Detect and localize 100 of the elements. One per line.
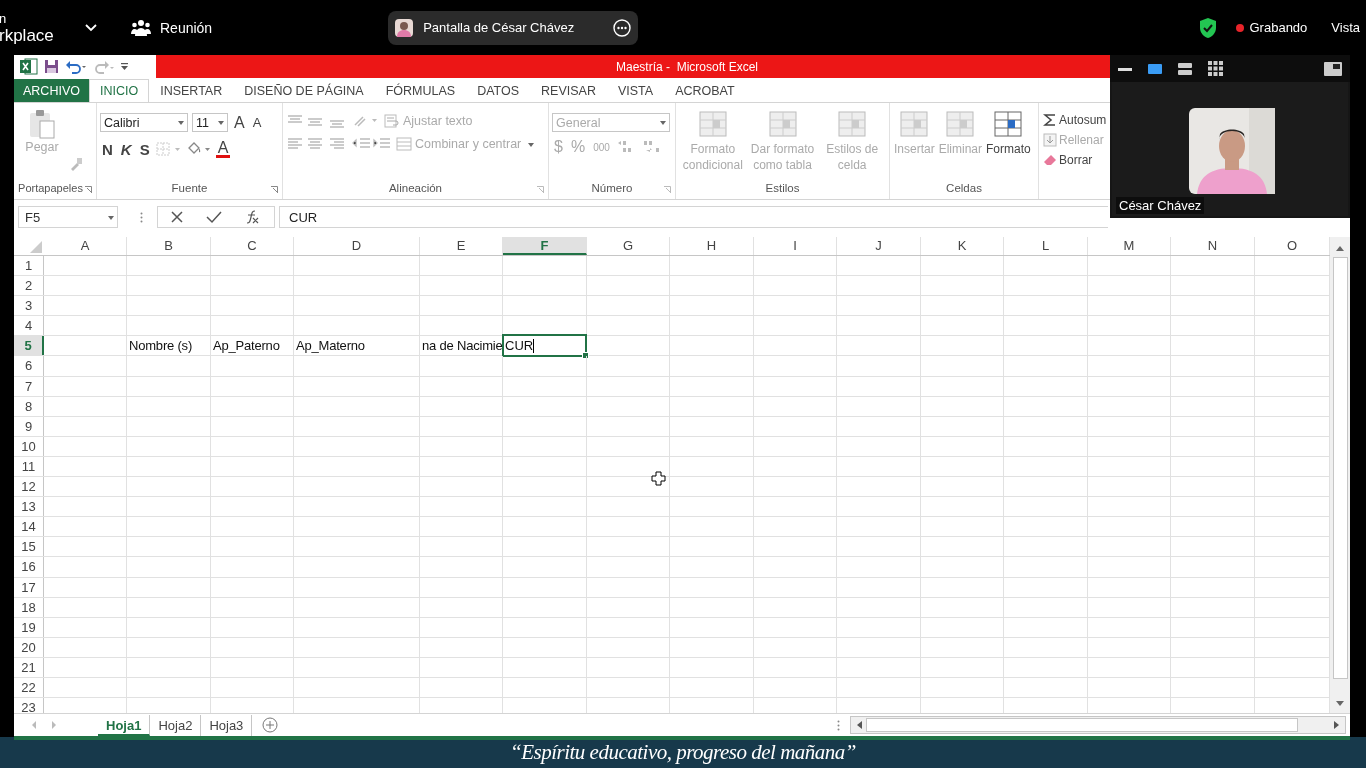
bold-button[interactable]: N	[100, 140, 115, 158]
ribbon-tab[interactable]: INSERTAR	[149, 79, 234, 102]
cursor-icon	[651, 471, 666, 486]
row-header[interactable]: 2	[14, 276, 44, 296]
dialog-launcher-icon[interactable]	[537, 186, 544, 193]
dialog-launcher-icon[interactable]	[664, 186, 671, 193]
share-label: Pantalla de César Chávez	[423, 20, 576, 35]
file-tab[interactable]: ARCHIVO	[14, 79, 89, 102]
screen-share-pill[interactable]: Pantalla de César Chávez	[388, 10, 639, 45]
horizontal-scrollbar[interactable]	[850, 716, 1346, 734]
row-header[interactable]: 22	[14, 677, 44, 698]
dialog-launcher-icon[interactable]	[271, 186, 278, 193]
cancel-icon[interactable]	[170, 210, 184, 224]
recording-indicator[interactable]: Grabando	[1235, 20, 1308, 35]
redo-icon[interactable]	[93, 59, 115, 74]
ribbon-tab[interactable]: DISEÑO DE PÁGINA	[233, 79, 375, 102]
active-cell[interactable]: CUR	[502, 334, 587, 358]
column-header[interactable]: F	[503, 237, 587, 255]
column-header[interactable]: C	[211, 237, 294, 255]
banner-slogan: “Espíritu educativo, progreso del mañana”	[510, 740, 856, 765]
ribbon-tab[interactable]: ACROBAT	[664, 79, 746, 102]
column-header[interactable]: D	[294, 237, 420, 255]
row-header[interactable]: 17	[14, 577, 44, 597]
ribbon-button[interactable]: Autosum	[1043, 113, 1107, 127]
column-header[interactable]: G	[587, 237, 670, 255]
row-header[interactable]: 15	[14, 537, 44, 557]
name-box[interactable]: F5	[18, 206, 118, 228]
column-header[interactable]: B	[127, 237, 211, 255]
row-header[interactable]: 20	[14, 637, 44, 657]
column-header[interactable]: A	[44, 237, 127, 255]
insert-function-icon[interactable]	[244, 209, 260, 225]
row-header[interactable]: 18	[14, 597, 44, 617]
ribbon-tab[interactable]: VISTA	[606, 79, 665, 102]
column-header[interactable]: M	[1088, 237, 1171, 255]
sheet-tab[interactable]: Hoja3	[201, 714, 253, 736]
add-sheet-icon[interactable]	[262, 717, 279, 733]
font-size-field[interactable]: 11	[192, 113, 228, 132]
column-header[interactable]: J	[837, 237, 921, 255]
formula-field[interactable]: CUR	[279, 206, 1108, 228]
column-header[interactable]: L	[1004, 237, 1088, 255]
row-header[interactable]: 13	[14, 497, 44, 517]
shield-check-icon[interactable]	[1197, 16, 1218, 39]
sheet-tab[interactable]: Hoja2	[150, 714, 202, 736]
undo-icon[interactable]	[65, 59, 87, 74]
vertical-scrollbar[interactable]	[1330, 237, 1350, 713]
row-header[interactable]: 3	[14, 296, 44, 316]
chevron-down-icon[interactable]	[85, 23, 97, 32]
grid-view-icon[interactable]	[1208, 61, 1223, 76]
row-header[interactable]: 9	[14, 416, 44, 436]
app-name-fragment: rkplace	[0, 26, 55, 44]
excel-logo-icon[interactable]	[20, 58, 38, 75]
row-header[interactable]: 1	[14, 256, 44, 276]
ribbon-tab[interactable]: INICIO	[88, 79, 150, 102]
shrink-font-button[interactable]: A	[250, 115, 264, 130]
row-header[interactable]: 21	[14, 657, 44, 677]
more-icon[interactable]	[613, 18, 632, 37]
speaker-view-icon[interactable]	[1148, 63, 1162, 74]
column-header[interactable]: H	[670, 237, 754, 255]
view-button[interactable]: Vista	[1331, 20, 1360, 35]
grip-icon[interactable]	[837, 719, 840, 731]
row-header[interactable]: 7	[14, 376, 44, 396]
column-header[interactable]: N	[1171, 237, 1255, 255]
participant-name: César Chávez	[1116, 197, 1205, 214]
format-painter-icon[interactable]	[69, 157, 83, 171]
sigma-icon	[1043, 113, 1057, 127]
enter-check-icon[interactable]	[206, 210, 222, 224]
ribbon-button[interactable]: Borrar	[1043, 153, 1093, 167]
underline-button[interactable]: S	[137, 140, 152, 158]
strip-view-icon[interactable]	[1178, 62, 1192, 75]
font-name-field[interactable]: Calibri	[100, 113, 188, 132]
ribbon-tab[interactable]: REVISAR	[530, 79, 607, 102]
minimize-icon[interactable]	[1118, 66, 1132, 71]
row-header[interactable]: 12	[14, 477, 44, 497]
eraser-icon	[1043, 153, 1057, 167]
meeting-button[interactable]: Reunión	[131, 18, 213, 37]
customize-icon[interactable]	[121, 62, 128, 71]
ribbon-tab[interactable]: FÓRMULAS	[374, 79, 467, 102]
row-header[interactable]: 8	[14, 396, 44, 416]
ribbon-tab[interactable]: DATOS	[466, 79, 531, 102]
dialog-launcher-icon[interactable]	[85, 186, 92, 193]
grow-font-button[interactable]: A	[232, 113, 247, 132]
ribbon-button[interactable]: Formato	[985, 107, 1032, 159]
column-header[interactable]: K	[921, 237, 1004, 255]
column-header[interactable]: I	[754, 237, 837, 255]
exit-window-icon[interactable]	[1324, 61, 1342, 76]
row-header[interactable]: 19	[14, 617, 44, 637]
row-header[interactable]: 5	[14, 336, 44, 356]
row-header[interactable]: 11	[14, 456, 44, 477]
text-orientation-icon[interactable]	[352, 114, 380, 128]
group-label: Alineación	[387, 182, 444, 196]
row-header[interactable]: 14	[14, 517, 44, 537]
font-color-button[interactable]: A	[215, 140, 231, 158]
save-icon[interactable]	[44, 59, 59, 74]
row-header[interactable]: 10	[14, 436, 44, 456]
indent-icon[interactable]	[352, 137, 392, 151]
people-icon	[131, 18, 151, 37]
italic-button[interactable]: K	[118, 140, 134, 158]
row-header[interactable]: 4	[14, 316, 44, 336]
row-header[interactable]: 6	[14, 356, 44, 376]
row-header[interactable]: 16	[14, 557, 44, 577]
